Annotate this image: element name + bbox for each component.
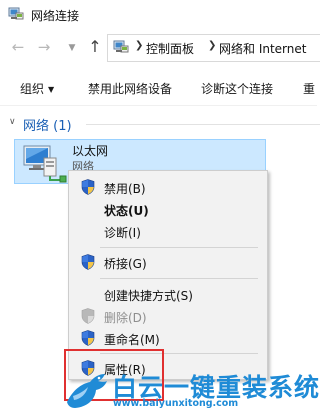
watermark-url: www.baiyunxitong.com [113,398,239,409]
disable-device-button[interactable]: 禁用此网络设备 [88,80,172,97]
organize-label: 组织 [20,82,45,96]
breadcrumb-separator-icon[interactable]: ❯ [208,40,216,51]
control-panel-icon [113,40,129,53]
menu-separator [100,247,258,248]
toolbar-divider [0,105,317,106]
breadcrumb-network-internet[interactable]: 网络和 Internet [219,40,306,57]
menu-item-disable[interactable]: 禁用(B) [69,177,267,197]
menu-label: 诊断(I) [104,226,141,240]
group-title: 网络 (1) [23,119,72,134]
menu-item-diagnose[interactable]: 诊断(I) [69,221,267,241]
recent-locations-chevron-icon[interactable]: ▼ [63,39,81,57]
navigation-bar: ← → ▼ ↑ ❯ 控制面板 ❯ 网络和 Internet [0,33,320,63]
menu-item-status[interactable]: 状态(U) [69,199,267,219]
organize-menu-button[interactable]: 组织 ▼ [20,80,54,97]
collapse-chevron-icon[interactable]: ∨ [9,117,16,127]
menu-item-rename[interactable]: 重命名(M) [69,328,267,348]
up-arrow-icon[interactable]: ↑ [86,38,104,56]
network-connections-icon [8,7,24,20]
adapter-name: 以太网 [72,144,109,158]
network-connections-window: 网络连接 ← → ▼ ↑ ❯ 控制面板 ❯ 网络和 Internet 组织 ▼ 禁… [0,0,320,417]
back-arrow-icon[interactable]: ← [9,38,27,56]
diagnose-connection-button[interactable]: 诊断这个连接 [201,80,273,97]
menu-label: 创建快捷方式(S) [104,289,193,303]
uac-shield-icon [81,179,95,195]
address-bar[interactable]: ❯ 控制面板 ❯ 网络和 Internet [107,34,320,62]
bird-logo-icon [67,374,107,408]
title-bar: 网络连接 [0,0,317,30]
uac-shield-icon [81,330,95,346]
breadcrumb-separator-icon[interactable]: ❯ [135,40,143,51]
group-divider [86,124,320,125]
menu-item-create-shortcut[interactable]: 创建快捷方式(S) [69,284,267,304]
menu-item-delete: 删除(D) [69,306,267,326]
network-group-header[interactable]: ∨ 网络 (1) [6,114,320,134]
menu-label: 删除(D) [104,311,147,325]
ethernet-adapter-icon [23,145,67,183]
menu-label: 状态(U) [104,204,149,218]
menu-label: 禁用(B) [104,182,146,196]
menu-separator [100,278,258,279]
uac-shield-icon [81,308,95,324]
command-bar: 组织 ▼ 禁用此网络设备 诊断这个连接 重 [0,70,317,102]
uac-shield-icon [81,254,95,270]
rename-connection-button[interactable]: 重 [303,80,315,97]
chevron-down-icon: ▼ [48,85,55,94]
menu-item-bridge[interactable]: 桥接(G) [69,252,267,272]
breadcrumb-control-panel[interactable]: 控制面板 [146,40,194,57]
menu-label: 桥接(G) [104,257,147,271]
forward-arrow-icon[interactable]: → [35,38,53,56]
menu-label: 重命名(M) [104,333,160,347]
window-title: 网络连接 [31,9,80,23]
